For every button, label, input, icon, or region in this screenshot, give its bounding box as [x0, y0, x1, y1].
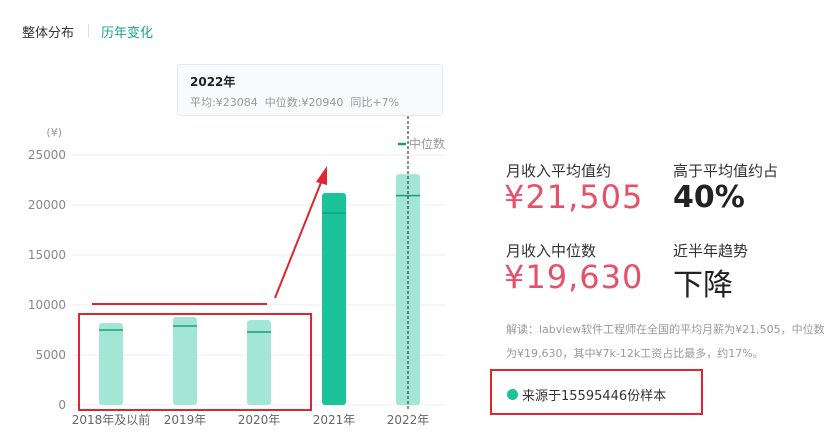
trend-label: 近半年趋势: [673, 242, 749, 260]
y-tick-label: 0: [58, 398, 66, 412]
arrow-head-icon: [316, 166, 327, 185]
y-tick-label: 15000: [28, 248, 66, 262]
y-tick-label: 5000: [35, 348, 66, 362]
y-tick-label: 20000: [28, 198, 66, 212]
y-axis-label: (¥): [46, 126, 62, 139]
annotation-arrow: [274, 179, 323, 299]
x-tick-label: 2020年: [238, 413, 281, 427]
x-tick-label: 2019年: [164, 413, 207, 427]
above-label: 高于平均值约占: [673, 162, 779, 180]
avg-value: ¥21,505: [504, 178, 644, 216]
sample-source: 来源于15595446份样本: [507, 385, 666, 404]
legend-median-label: 中位数: [409, 136, 445, 151]
trend-value: 下降: [673, 268, 733, 303]
x-tick-label: 2021年: [313, 413, 356, 427]
x-tick-label: 2022年: [387, 413, 430, 427]
x-tick-label: 2018年及以前: [72, 412, 151, 427]
median-value: ¥19,630: [504, 258, 644, 296]
tooltip-title: 2022年: [190, 75, 236, 89]
chart-tooltip: 2022年 平均:¥23084 中位数:¥20940 同比+7%: [177, 64, 443, 116]
tooltip-detail: 平均:¥23084 中位数:¥20940 同比+7%: [190, 96, 400, 109]
sample-source-text: 来源于15595446份样本: [522, 389, 667, 404]
y-tick-label: 25000: [28, 148, 66, 162]
bar-average: [322, 193, 346, 405]
above-value: 40%: [673, 180, 745, 215]
interpretation-note: 解读：labview软件工程师在全国的平均月薪为¥21,505，中位数为¥19,…: [506, 323, 825, 360]
y-tick-label: 10000: [28, 298, 66, 312]
bar-average: [173, 317, 197, 405]
pie-chart-icon: [507, 389, 518, 400]
bar-average: [99, 323, 123, 405]
